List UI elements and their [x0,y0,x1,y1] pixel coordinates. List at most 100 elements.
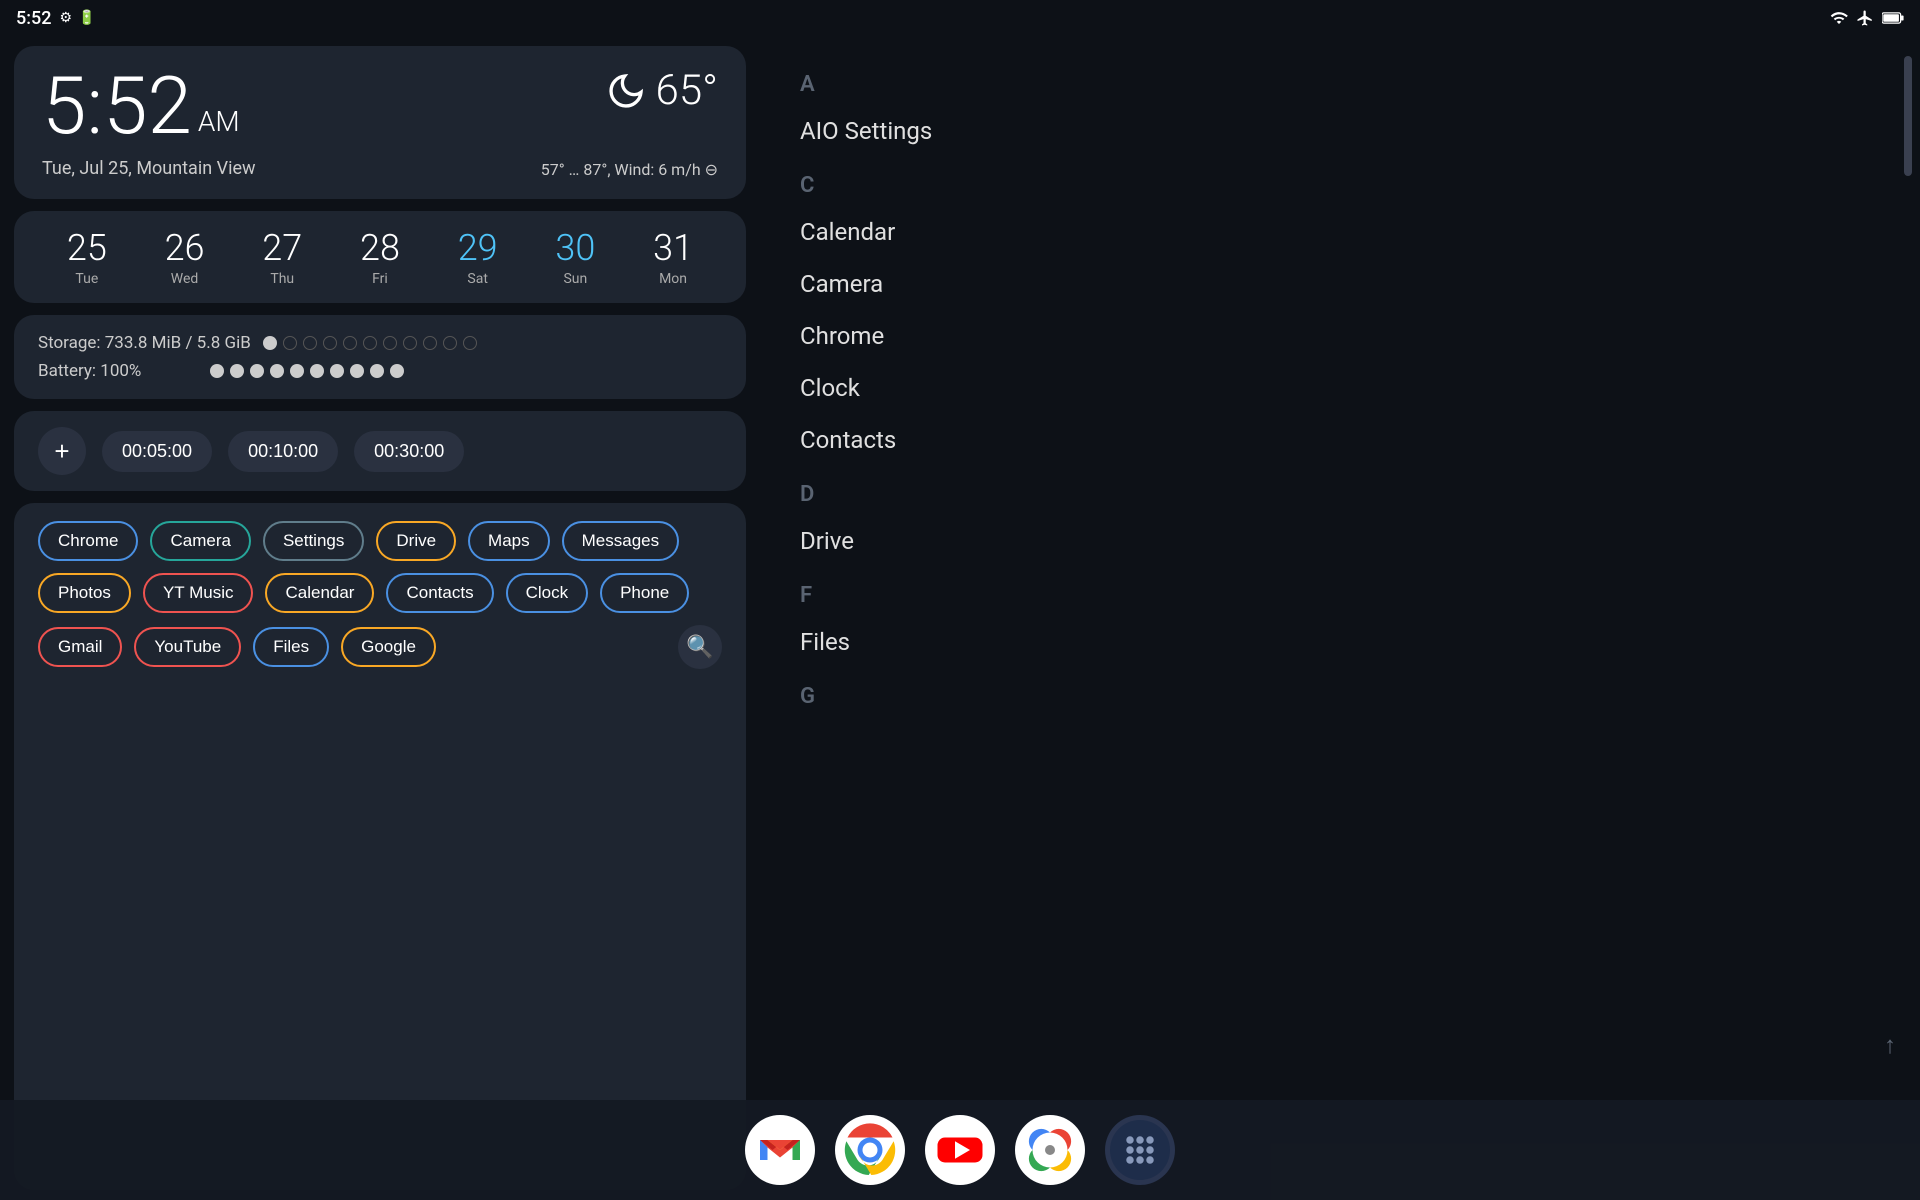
calendar-day-30[interactable]: 30Sun [555,227,595,287]
app-chip-yt-music[interactable]: YT Music [143,573,254,613]
timer-preset-00:10:00[interactable]: 00:10:00 [228,431,338,472]
timer-preset-00:05:00[interactable]: 00:05:00 [102,431,212,472]
upload-arrow[interactable]: ↑ [1884,1031,1896,1060]
battery-dot-3 [270,364,284,378]
storage-dot-3 [323,336,337,350]
app-chip-maps[interactable]: Maps [468,521,550,561]
storage-dot-7 [403,336,417,350]
time-display: 5:52 AM [42,66,240,146]
apps-row-1: Chrome Camera Settings Drive Maps Messages [38,521,722,561]
apps-svg [1110,1120,1170,1180]
main-area: 5:52 AM 65° Tue, Jul 25, Mountain View [0,36,1920,1200]
search-icon: 🔍 [686,635,713,660]
apps-widget: Chrome Camera Settings Drive Maps Messages Ph… [14,503,746,1190]
storage-dot-9 [443,336,457,350]
calendar-day-29[interactable]: 29Sat [458,227,498,287]
clock-time: 5:52 [42,66,192,146]
storage-dot-5 [363,336,377,350]
chrome-svg [840,1120,900,1180]
app-chip-google[interactable]: Google [341,627,436,667]
app-list-item-aio-settings[interactable]: AIO Settings [800,105,1880,157]
clock-main: 5:52 AM 65° [42,66,718,146]
storage-dot-2 [303,336,317,350]
moon-icon [606,71,646,111]
storage-dot-10 [463,336,477,350]
app-chip-files[interactable]: Files [253,627,329,667]
battery-dot-2 [250,364,264,378]
storage-dot-0 [263,336,277,350]
dock-apps-icon[interactable] [1105,1115,1175,1185]
dock-chrome-icon[interactable] [835,1115,905,1185]
settings-icon: ⚙ [59,10,72,26]
search-button[interactable]: 🔍 [678,625,722,669]
left-panel: 5:52 AM 65° Tue, Jul 25, Mountain View [0,36,760,1200]
app-list-item-camera[interactable]: Camera [800,258,1880,310]
clock-weather-widget: 5:52 AM 65° Tue, Jul 25, Mountain View [14,46,746,199]
weather-temp: 65° [606,66,718,115]
storage-label: Storage: 733.8 MiB / 5.8 GiB [38,333,251,353]
calendar-widget[interactable]: 25Tue 26Wed 27Thu 28Fri 29Sat 30Sun 31Mon [14,211,746,303]
storage-dot-1 [283,336,297,350]
app-list-section-A: A [800,72,1880,97]
app-chip-drive[interactable]: Drive [376,521,456,561]
battery-dot-5 [310,364,324,378]
apps-row-2: Photos YT Music Calendar Contacts Clock Phone [38,573,722,613]
calendar-day-26[interactable]: 26Wed [165,227,205,287]
apps-row-3: Gmail YouTube Files Google [38,627,436,667]
calendar-day-28[interactable]: 28Fri [360,227,400,287]
app-chip-settings[interactable]: Settings [263,521,364,561]
dock-gmail-icon[interactable] [745,1115,815,1185]
battery-full-icon [1882,11,1904,25]
status-time: 5:52 [16,8,51,29]
battery-dot-9 [390,364,404,378]
scrollbar[interactable] [1904,56,1912,176]
clock-hour: 5 [42,59,86,153]
dock [0,1100,1920,1200]
battery-dot-7 [350,364,364,378]
clock-ampm: AM [198,105,240,138]
storage-dot-8 [423,336,437,350]
dock-youtube-icon[interactable] [925,1115,995,1185]
clock-bottom-row: Tue, Jul 25, Mountain View 57° … 87°, Wi… [42,154,718,179]
app-list-item-calendar[interactable]: Calendar [800,206,1880,258]
app-list-item-files[interactable]: Files [800,616,1880,668]
battery-icon: 🔋 [78,10,95,26]
stats-widget: Storage: 733.8 MiB / 5.8 GiB Battery: 10… [14,315,746,399]
app-chip-gmail[interactable]: Gmail [38,627,122,667]
calendar-day-25[interactable]: 25Tue [67,227,107,287]
app-list-section-F: F [800,583,1880,608]
timer-add-button[interactable]: + [38,427,86,475]
app-chip-clock[interactable]: Clock [506,573,589,613]
battery-dot-6 [330,364,344,378]
app-list-section-D: D [800,482,1880,507]
gmail-svg [750,1120,810,1180]
calendar-day-31[interactable]: 31Mon [653,227,693,287]
timer-widget: + 00:05:00 00:10:00 00:30:00 [14,411,746,491]
app-chip-phone[interactable]: Phone [600,573,689,613]
weather-right: 65° [606,66,718,115]
storage-dot-4 [343,336,357,350]
app-chip-camera[interactable]: Camera [150,521,250,561]
app-list-item-chrome[interactable]: Chrome [800,310,1880,362]
calendar-day-27[interactable]: 27Thu [262,227,302,287]
app-list-item-drive[interactable]: Drive [800,515,1880,567]
app-chip-calendar[interactable]: Calendar [265,573,374,613]
app-chip-chrome[interactable]: Chrome [38,521,138,561]
clock-minute: 52 [103,59,192,153]
weather-detail: 57° … 87°, Wind: 6 m/h ⊖ [541,160,718,179]
dock-photos-icon[interactable] [1015,1115,1085,1185]
youtube-svg [930,1120,990,1180]
app-list-item-contacts[interactable]: Contacts [800,414,1880,466]
app-chip-youtube[interactable]: YouTube [134,627,241,667]
wifi-icon [1830,9,1848,27]
status-bar: 5:52 ⚙ 🔋 [0,0,1920,36]
app-chip-contacts[interactable]: Contacts [386,573,493,613]
right-panel[interactable]: AAIO SettingsCCalendarCameraChromeClockC… [760,36,1920,1200]
timer-preset-00:30:00[interactable]: 00:30:00 [354,431,464,472]
battery-label: Battery: 100% [38,361,198,381]
apps-row-3-search: Gmail YouTube Files Google 🔍 [38,625,722,669]
app-chip-photos[interactable]: Photos [38,573,131,613]
weather-temperature: 65° [656,66,718,115]
app-list-item-clock[interactable]: Clock [800,362,1880,414]
app-chip-messages[interactable]: Messages [562,521,679,561]
